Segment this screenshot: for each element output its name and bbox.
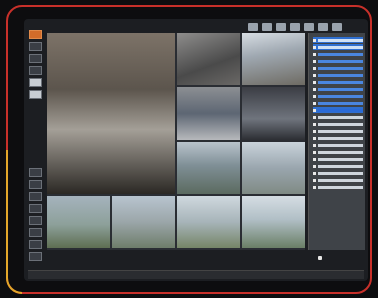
view-toolbar [248,23,342,33]
device-icon [313,122,316,126]
tree-item[interactable] [313,86,363,92]
tree-item[interactable] [313,170,363,176]
device-icon [313,129,316,133]
tour-button[interactable] [29,252,42,261]
settings-button[interactable] [332,23,342,31]
fullscreen-button[interactable] [318,23,328,31]
device-icon [313,52,316,56]
playback-button[interactable] [29,54,42,63]
record-button[interactable] [29,78,42,87]
device-icon [313,136,316,140]
tree-item[interactable] [313,149,363,155]
camera-view-8[interactable] [47,195,110,248]
camera-view-2[interactable] [177,33,240,86]
device-icon [313,171,316,175]
status-indicator-icon [318,256,322,260]
camera-view-10[interactable] [177,195,240,248]
device-icon [313,80,316,84]
view-4x4-button[interactable] [290,23,300,31]
focus-far-button[interactable] [29,204,42,213]
device-icon [313,157,316,161]
tree-item[interactable] [313,51,363,57]
tree-item[interactable] [313,65,363,71]
device-tree-panel [308,33,365,250]
device-icon [313,178,316,182]
device-icon [313,108,316,112]
device-icon [313,101,316,105]
tree-item[interactable] [313,114,363,120]
tree-item[interactable] [313,72,363,78]
camera-view-6[interactable] [177,141,240,194]
layout-custom-button[interactable] [304,23,314,31]
tree-item[interactable] [313,93,363,99]
camera-view-1[interactable] [47,33,175,194]
tree-item[interactable] [313,163,363,169]
tree-item[interactable] [313,79,363,85]
tree-item[interactable] [313,184,363,190]
tree-item[interactable] [313,37,363,43]
camera-view-3[interactable] [242,33,305,86]
camera-view-5[interactable] [242,87,305,140]
camera-select-button[interactable] [29,30,42,39]
tree-item[interactable] [313,58,363,64]
device-icon [313,185,316,189]
view-1x1-button[interactable] [248,23,258,31]
zoom-in-button[interactable] [29,168,42,177]
tree-item[interactable] [313,44,363,50]
tree-item[interactable] [313,135,363,141]
device-icon [313,87,316,91]
device-icon [313,115,316,119]
tree-item[interactable] [313,121,363,127]
view-3x3-button[interactable] [276,23,286,31]
camera-view-4[interactable] [177,87,240,140]
device-icon [313,73,316,77]
iris-open-button[interactable] [29,216,42,225]
tree-item[interactable] [313,156,363,162]
device-icon [313,164,316,168]
zoom-out-button[interactable] [29,180,42,189]
camera-view-9[interactable] [112,195,175,248]
camera-grid [47,33,305,250]
tree-item[interactable] [313,107,363,113]
device-icon [313,94,316,98]
snapshot-button[interactable] [29,66,42,75]
view-2x2-button[interactable] [262,23,272,31]
focus-near-button[interactable] [29,192,42,201]
device-icon [313,143,316,147]
camera-view-11[interactable] [242,195,305,248]
camera-view-7[interactable] [242,141,305,194]
device-icon [313,150,316,154]
left-toolbar-top [29,30,43,99]
left-toolbar-bottom [29,168,43,261]
tree-item[interactable] [313,142,363,148]
tree-item[interactable] [313,128,363,134]
status-bar [28,270,364,279]
iris-close-button[interactable] [29,228,42,237]
alarm-button[interactable] [29,90,42,99]
device-icon [313,66,316,70]
tree-item[interactable] [313,177,363,183]
preset-button[interactable] [29,240,42,249]
device-frame-accent [6,150,22,294]
device-icon [313,38,316,42]
device-icon [313,59,316,63]
tree-item[interactable] [313,100,363,106]
ptz-button[interactable] [29,42,42,51]
device-icon [313,45,316,49]
